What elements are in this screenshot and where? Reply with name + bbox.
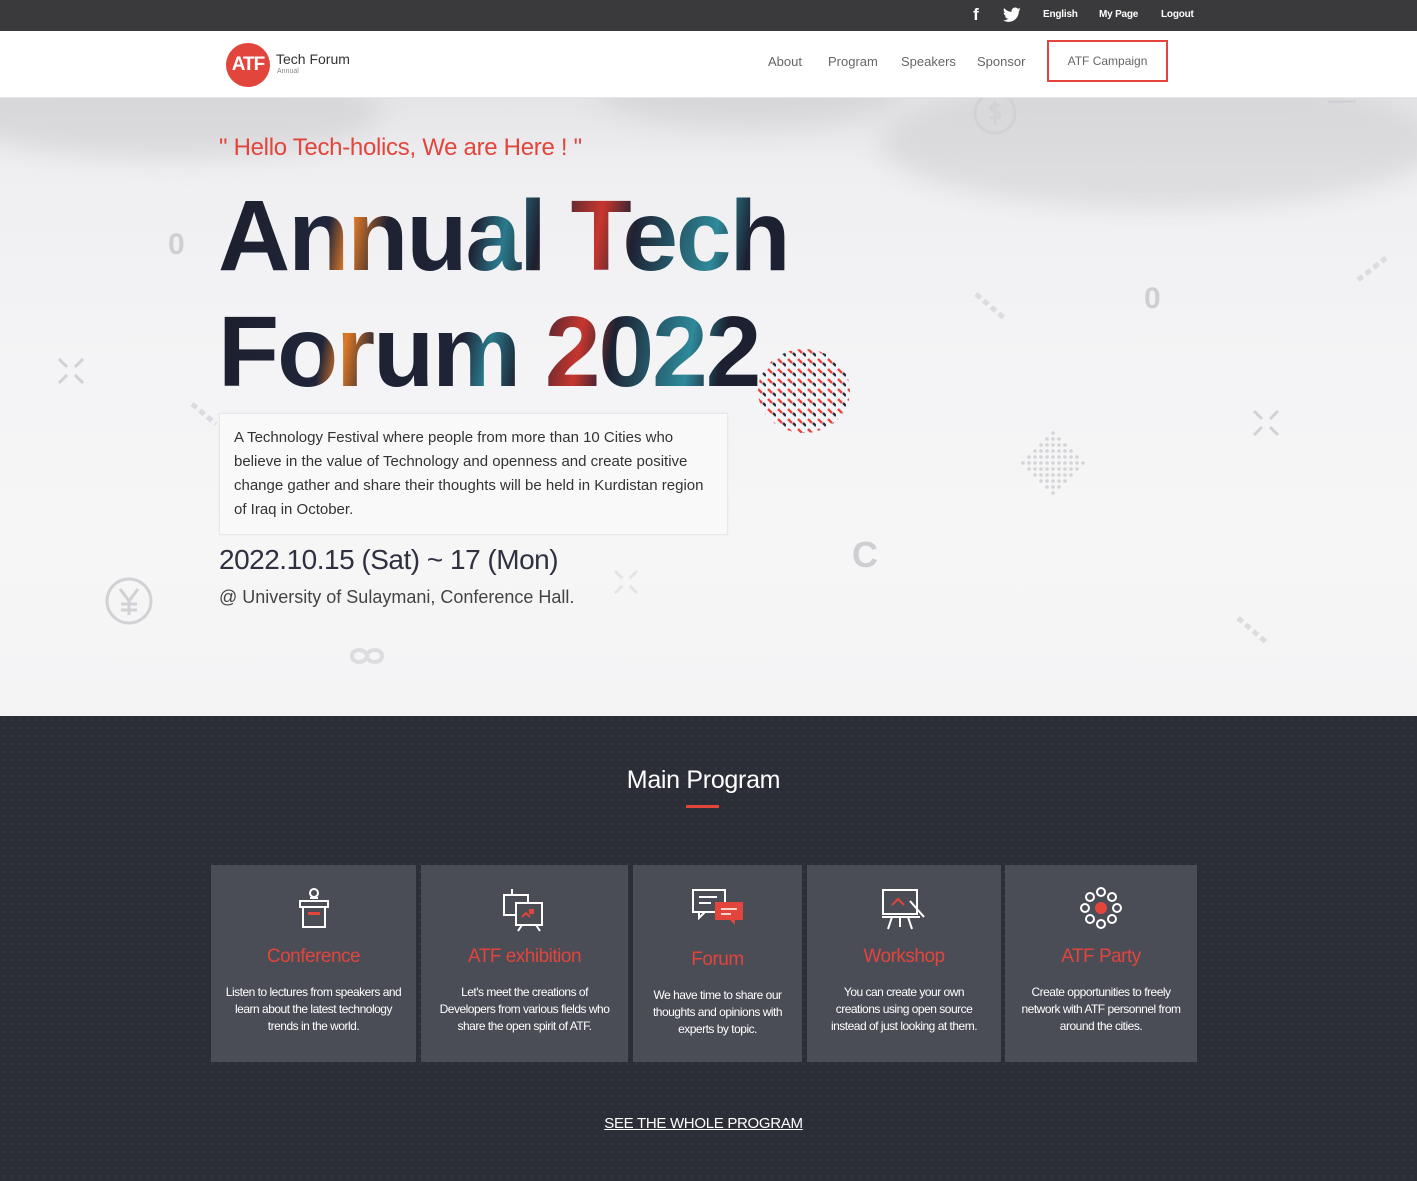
background-cloud	[880, 98, 1417, 208]
hero-description: A Technology Festival where people from …	[219, 413, 728, 535]
program-card-workshop[interactable]: Workshop You can create your own creatio…	[807, 865, 1001, 1062]
facebook-icon[interactable]: f	[969, 6, 983, 24]
event-venue: @ University of Sulaymani, Conference Ha…	[219, 587, 575, 607]
dash-decor-icon	[190, 402, 218, 426]
dash-decor-icon	[1356, 256, 1388, 282]
presentation-board-icon	[882, 889, 925, 930]
dot-diamond-icon	[1020, 430, 1086, 496]
yen-coin-icon	[105, 577, 153, 625]
collapse-arrows-icon	[57, 357, 85, 385]
hero-title-line-1: Annual Tech	[218, 180, 791, 292]
dollar-coin-icon	[973, 98, 1017, 135]
main-navigation: ATF Tech Forum Annual About Program Spea…	[0, 31, 1417, 98]
program-card-party[interactable]: ATF Party Create opportunities to freely…	[1005, 865, 1197, 1062]
podium-icon	[298, 888, 329, 928]
title-underline	[686, 805, 719, 808]
brand-subtitle: Annual	[277, 68, 299, 75]
twitter-icon[interactable]	[1003, 7, 1021, 23]
hero-title-line-2: Forum 2022	[218, 296, 761, 408]
main-program-section: Main Program Conference Listen to lectur…	[0, 716, 1417, 1181]
logout-link[interactable]: Logout	[1161, 9, 1194, 20]
program-card-exhibition[interactable]: ATF exhibition Let's meet the creations …	[421, 865, 628, 1062]
halftone-circle-decoration	[758, 349, 850, 433]
dash-decor-icon	[974, 292, 1006, 320]
card-title: ATF Party	[1061, 946, 1141, 967]
nav-sponsor[interactable]: Sponsor	[977, 54, 1025, 69]
card-description: Let's meet the creations of Developers f…	[439, 985, 610, 1033]
section-title: Main Program	[626, 766, 781, 794]
my-page-link[interactable]: My Page	[1099, 9, 1138, 20]
card-title: Conference	[266, 946, 361, 967]
nav-about[interactable]: About	[768, 54, 802, 69]
nav-program[interactable]: Program	[828, 54, 878, 69]
dash-decor-icon	[1236, 616, 1268, 644]
collapse-arrows-icon	[613, 569, 639, 595]
card-title: Workshop	[863, 946, 945, 967]
hero-section: 0 0 C " Hello Tech-holics, We are Here !…	[0, 98, 1417, 716]
zero-icon: 0	[168, 228, 185, 261]
language-link[interactable]: English	[1043, 9, 1078, 20]
infinity-icon	[350, 648, 385, 664]
event-dates: 2022.10.15 (Sat) ~ 17 (Mon)	[219, 544, 559, 575]
atf-campaign-button[interactable]: ATF Campaign	[1047, 40, 1168, 82]
card-description: Create opportunities to freely network w…	[1021, 985, 1181, 1033]
program-card-conference[interactable]: Conference Listen to lectures from speak…	[211, 865, 416, 1062]
background-cloud	[600, 98, 900, 128]
see-whole-program-link[interactable]: SEE THE WHOLE PROGRAM	[0, 1115, 1407, 1132]
card-description: We have time to share our thoughts and o…	[652, 988, 783, 1036]
dash-icon	[1328, 100, 1356, 103]
logo[interactable]: ATF	[226, 43, 270, 87]
chat-bubbles-icon	[691, 889, 743, 925]
card-description: You can create your own creations using …	[830, 985, 978, 1033]
party-icon	[1080, 887, 1122, 929]
exhibition-icon	[502, 889, 543, 932]
zero-icon: 0	[1144, 282, 1161, 315]
c-letter-icon: C	[852, 534, 878, 575]
top-utility-bar: f English My Page Logout	[0, 0, 1417, 31]
program-card-forum[interactable]: Forum We have time to share our thoughts…	[633, 865, 802, 1062]
brand-name[interactable]: Tech Forum	[276, 51, 350, 67]
card-description: Listen to lectures from speakers and lea…	[225, 985, 402, 1033]
collapse-arrows-icon	[1252, 409, 1280, 437]
card-title: Forum	[691, 949, 744, 970]
hero-tagline: " Hello Tech-holics, We are Here ! "	[219, 134, 582, 161]
card-title: ATF exhibition	[467, 946, 582, 967]
nav-speakers[interactable]: Speakers	[901, 54, 956, 69]
